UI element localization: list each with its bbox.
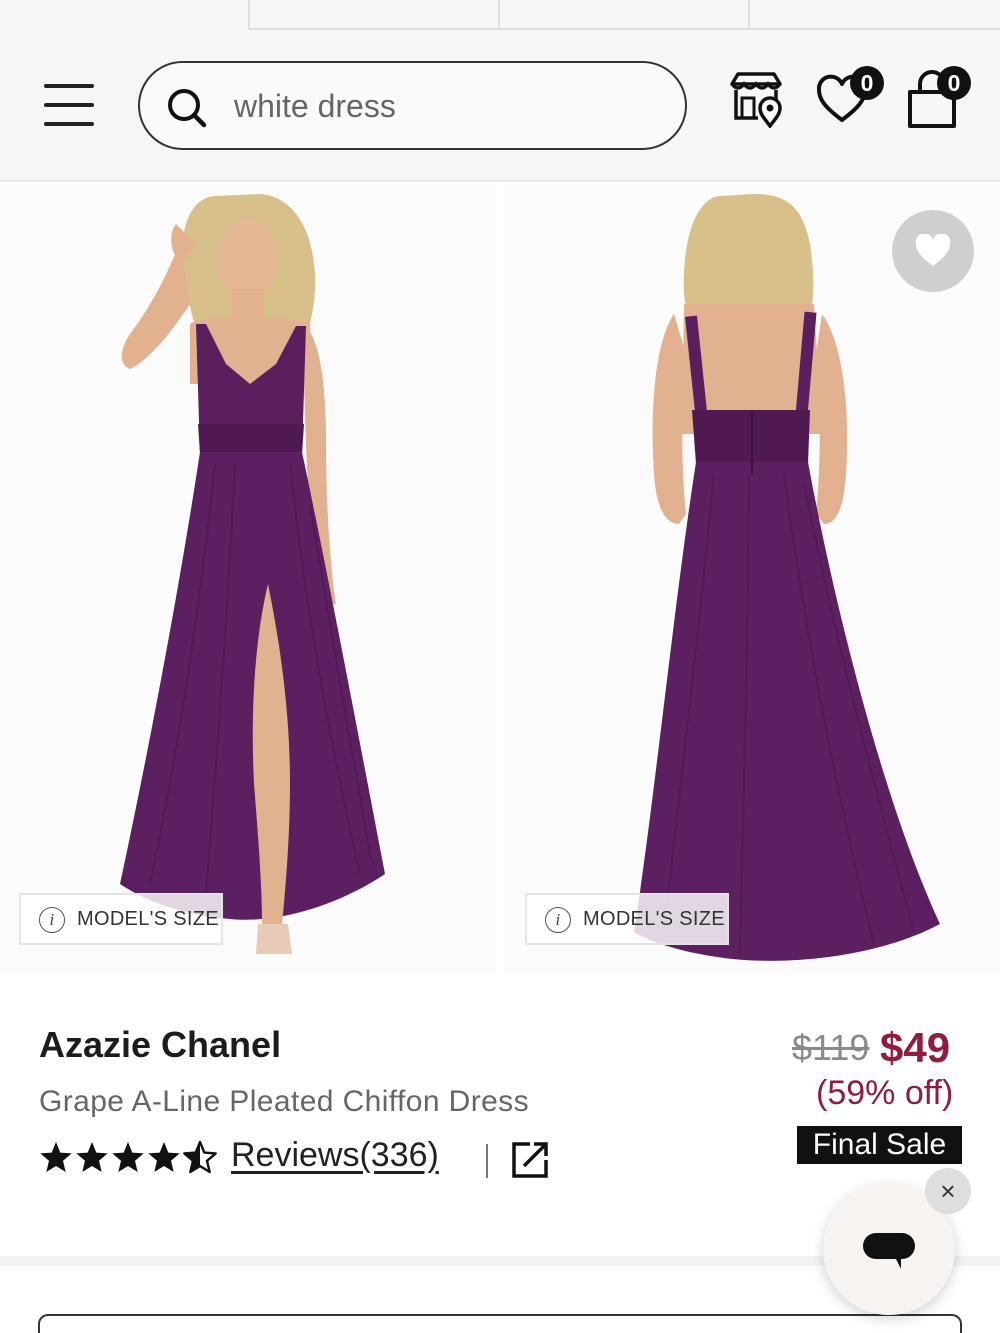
discount-label: (59% off) (816, 1074, 954, 1112)
star-icon (148, 1142, 180, 1172)
product-description: Grape A-Line Pleated Chiffon Dress (39, 1085, 529, 1118)
model-size-label: MODEL'S SIZE (583, 908, 725, 930)
next-section-panel (38, 1314, 962, 1333)
info-icon: i (39, 907, 65, 933)
product-image-front[interactable]: i MODEL'S SIZE (0, 184, 496, 974)
original-price: $119 (792, 1027, 870, 1068)
top-strip-segment (748, 0, 1000, 30)
search-input[interactable] (234, 81, 654, 131)
add-to-favorites-button[interactable] (892, 210, 974, 292)
product-name: Azazie Chanel (39, 1024, 282, 1065)
model-size-button[interactable]: i MODEL'S SIZE (525, 893, 729, 945)
divider (486, 1144, 488, 1178)
chat-bubble-icon (863, 1233, 915, 1269)
reviews-link[interactable]: Reviews(336) (231, 1136, 439, 1175)
product-image-back[interactable]: i MODEL'S SIZE (504, 184, 1000, 974)
wishlist-button[interactable]: 0 (816, 66, 884, 131)
half-star-icon (183, 1140, 217, 1174)
model-size-button[interactable]: i MODEL'S SIZE (19, 893, 223, 945)
wishlist-count-badge: 0 (850, 66, 884, 100)
external-link-icon[interactable] (510, 1140, 550, 1185)
search-icon (168, 89, 207, 128)
hamburger-menu-icon[interactable] (38, 80, 100, 130)
store-locator-icon[interactable] (728, 70, 784, 133)
top-strip-segment (498, 0, 750, 30)
star-icon (76, 1142, 108, 1172)
final-sale-badge: Final Sale (797, 1126, 962, 1164)
heart-icon (915, 234, 951, 266)
rating-stars (39, 1140, 219, 1181)
star-icon (40, 1142, 72, 1172)
cart-count-badge: 0 (937, 66, 971, 100)
top-strip (0, 0, 1000, 30)
close-icon[interactable]: × (925, 1168, 971, 1214)
star-icon (112, 1142, 144, 1172)
site-header: 0 0 (0, 30, 1000, 182)
cart-button[interactable]: 0 (904, 66, 971, 135)
model-size-label: MODEL'S SIZE (77, 908, 219, 930)
info-icon: i (545, 907, 571, 933)
sale-price: $49 (880, 1024, 951, 1071)
top-strip-segment (248, 0, 500, 30)
search-bar[interactable] (138, 61, 687, 150)
product-gallery: i MODEL'S SIZE i MODEL'S SIZE (0, 184, 1000, 974)
